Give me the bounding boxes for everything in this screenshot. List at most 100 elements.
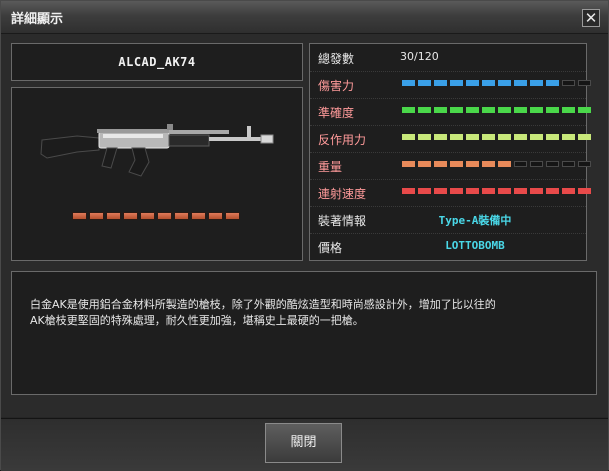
stat-segment: [498, 107, 511, 113]
stat-segment: [546, 80, 559, 86]
stat-segment: [450, 161, 463, 167]
recoil-bar: [402, 134, 591, 140]
stat-segment: [530, 188, 543, 194]
stat-segment: [562, 107, 575, 113]
stat-segment: [498, 134, 511, 140]
description-text: 白金AK是使用鋁合金材料所製造的槍枝，除了外觀的酷炫造型和時尚感設計外，增加了比…: [30, 297, 580, 329]
stat-segment: [546, 134, 559, 140]
rifle-icon: [40, 124, 274, 177]
stat-row-ammo: 總發數 30/120: [310, 44, 586, 72]
stat-segment: [482, 107, 495, 113]
stat-segment: [466, 188, 479, 194]
stat-segment: [562, 161, 575, 167]
stat-segment: [402, 188, 415, 194]
stat-segment: [530, 107, 543, 113]
stat-segment: [450, 80, 463, 86]
durability-segment: [157, 212, 172, 220]
durability-segment: [208, 212, 223, 220]
stat-segment: [530, 80, 543, 86]
weapon-image-panel: [11, 87, 303, 261]
stat-segment: [562, 188, 575, 194]
durability-segment: [225, 212, 240, 220]
firerate-label: 連射速度: [318, 187, 367, 201]
stat-segment: [578, 161, 591, 167]
stat-segment: [498, 80, 511, 86]
stat-segment: [578, 107, 591, 113]
stat-segment: [402, 161, 415, 167]
damage-label: 傷害力: [318, 79, 355, 93]
stat-segment: [418, 161, 431, 167]
stat-segment: [466, 161, 479, 167]
stat-segment: [450, 134, 463, 140]
stat-segment: [578, 134, 591, 140]
ammo-label: 總發數: [318, 52, 355, 66]
durability-gauge: [72, 212, 240, 221]
stat-segment: [450, 188, 463, 194]
stat-segment: [578, 80, 591, 86]
stat-segment: [434, 107, 447, 113]
stat-segment: [418, 107, 431, 113]
description-line-1: 白金AK是使用鋁合金材料所製造的槍枝，除了外觀的酷炫造型和時尚感設計外，增加了比…: [30, 298, 496, 311]
durability-segment: [191, 212, 206, 220]
durability-segment: [106, 212, 121, 220]
durability-segment: [174, 212, 189, 220]
window-title: 詳細顯示: [11, 12, 64, 27]
weight-label: 重量: [318, 160, 343, 174]
stat-segment: [530, 161, 543, 167]
detail-window: 詳細顯示 ✕ ALCAD_AK74 總發數 30/120 傷害力 準確度 反作用…: [0, 0, 609, 471]
weapon-name-panel: ALCAD_AK74: [11, 43, 303, 81]
stat-segment: [482, 188, 495, 194]
stat-segment: [418, 188, 431, 194]
stats-panel: 總發數 30/120 傷害力 準確度 反作用力 重量 連射速度 裝著情報 Typ…: [309, 43, 591, 261]
stat-segment: [530, 134, 543, 140]
stat-segment: [546, 188, 559, 194]
firerate-bar: [402, 188, 591, 194]
stat-row-accuracy: 準確度: [310, 98, 591, 126]
accuracy-label: 準確度: [318, 106, 355, 120]
stat-segment: [546, 161, 559, 167]
durability-segment: [72, 212, 87, 220]
stat-segment: [434, 134, 447, 140]
stat-segment: [562, 134, 575, 140]
price-value: LOTTOBOMB: [445, 239, 505, 252]
damage-bar: [402, 80, 591, 86]
weight-bar: [402, 161, 591, 167]
stat-segment: [546, 107, 559, 113]
equip-label: 裝著情報: [318, 214, 367, 228]
stat-segment: [418, 134, 431, 140]
description-panel: 白金AK是使用鋁合金材料所製造的槍枝，除了外觀的酷炫造型和時尚感設計外，增加了比…: [11, 271, 597, 395]
stat-segment: [498, 161, 511, 167]
stat-segment: [514, 188, 527, 194]
price-label: 價格: [318, 241, 343, 255]
close-button[interactable]: 關閉: [265, 423, 342, 463]
stat-segment: [466, 134, 479, 140]
stat-segment: [466, 80, 479, 86]
stat-segment: [514, 80, 527, 86]
close-icon[interactable]: ✕: [582, 9, 600, 27]
stat-segment: [514, 134, 527, 140]
stat-segment: [482, 161, 495, 167]
stat-segment: [482, 134, 495, 140]
stat-segment: [434, 188, 447, 194]
ammo-value: 30/120: [400, 50, 439, 63]
stat-row-weight: 重量: [310, 152, 591, 180]
stat-segment: [402, 80, 415, 86]
description-line-2: AK槍枝更堅固的特殊處理，耐久性更加強，堪稱史上最硬的一把槍。: [30, 314, 364, 327]
equip-value: Type-A裝備中: [438, 214, 512, 227]
stat-segment: [578, 188, 591, 194]
stat-row-equip: 裝著情報 Type-A裝備中: [310, 206, 586, 234]
stat-segment: [434, 80, 447, 86]
title-bar: 詳細顯示 ✕: [1, 1, 608, 34]
stat-segment: [402, 107, 415, 113]
stat-row-price: 價格 LOTTOBOMB: [310, 233, 586, 260]
durability-segment: [140, 212, 155, 220]
weapon-name: ALCAD_AK74: [118, 55, 196, 69]
recoil-label: 反作用力: [318, 133, 367, 147]
stat-segment: [450, 107, 463, 113]
footer-bar: 關閉: [1, 418, 608, 471]
stat-segment: [434, 161, 447, 167]
stat-segment: [498, 188, 511, 194]
stat-row-damage: 傷害力: [310, 71, 591, 99]
stat-row-recoil: 反作用力: [310, 125, 591, 153]
stat-segment: [418, 80, 431, 86]
